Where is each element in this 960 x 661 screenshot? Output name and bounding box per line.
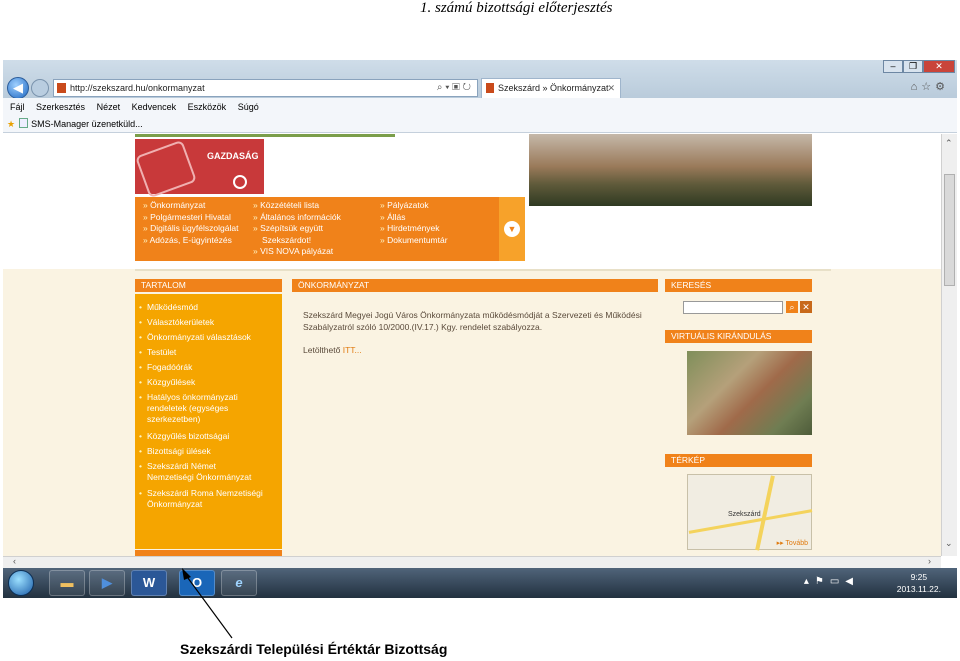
- sidebar-item[interactable]: Szekszárdi Német Nemzetiségi Önkormányza…: [139, 461, 265, 483]
- menu-file[interactable]: Fájl: [10, 102, 25, 112]
- sidebar-title: TARTALOM: [135, 279, 282, 292]
- map-thumbnail[interactable]: Szekszárd ▸▸ Tovább: [687, 474, 813, 551]
- chevron-down-icon: ▼: [504, 221, 520, 237]
- sidebar-item[interactable]: Hatályos önkormányzati rendeletek (egysé…: [139, 392, 265, 425]
- explorer-icon[interactable]: ▬: [49, 570, 85, 596]
- system-tray-icons[interactable]: ▴⚑▭◀: [804, 576, 859, 587]
- menu-link-cont[interactable]: Szekszárdot!: [253, 235, 341, 247]
- tab-favicon: [486, 83, 494, 93]
- forward-button[interactable]: [31, 79, 49, 97]
- favorites-bar: ★ SMS-Manager üzenetküld...: [3, 116, 957, 133]
- menu-link[interactable]: Polgármesteri Hivatal: [143, 212, 238, 224]
- menu-link[interactable]: Önkormányzat: [143, 200, 238, 212]
- maximize-button[interactable]: ❐: [903, 60, 923, 73]
- menu-link[interactable]: Állás: [380, 212, 448, 224]
- vertical-scrollbar[interactable]: ⌃ ⌄: [941, 134, 957, 556]
- divider: [135, 269, 831, 271]
- search-input[interactable]: [683, 301, 783, 314]
- sidebar-item[interactable]: Önkormányzati választások: [139, 332, 277, 343]
- map-city-label: Szekszárd: [728, 511, 761, 518]
- menu-tools[interactable]: Eszközök: [188, 102, 227, 112]
- scroll-thumb[interactable]: [944, 174, 955, 286]
- map-more-link[interactable]: ▸▸ Tovább: [777, 539, 808, 547]
- sidebar-item[interactable]: Működésmód: [139, 302, 277, 313]
- menu-view[interactable]: Nézet: [97, 102, 121, 112]
- banner-graphic: [134, 139, 198, 199]
- menu-link[interactable]: Általános információk: [253, 212, 341, 224]
- menu-link[interactable]: Szépítsük együtt: [253, 223, 341, 235]
- horizontal-scrollbar[interactable]: ‹ ›: [3, 556, 941, 568]
- word-icon[interactable]: W: [131, 570, 167, 596]
- sidebar-item[interactable]: Szekszárdi Roma Nemzetiségi Önkormányzat: [139, 488, 265, 510]
- city-panorama-photo: [529, 134, 812, 206]
- close-tab-icon[interactable]: ✕: [607, 79, 615, 97]
- browser-tab[interactable]: Szekszárd » Önkormányzat ✕: [481, 78, 621, 98]
- scroll-down-icon[interactable]: ⌄: [945, 538, 953, 549]
- site-favicon: [57, 83, 66, 93]
- page-icon: [19, 118, 29, 128]
- menu-link[interactable]: Pályázatok: [380, 200, 448, 212]
- top-strip: [135, 134, 395, 137]
- main-text: Szekszárd Megyei Jogú Város Önkormányzat…: [303, 310, 642, 332]
- document-title: 1. számú bizottsági előterjesztés: [420, 0, 613, 16]
- menu-link[interactable]: Digitális ügyfélszolgálat: [143, 223, 238, 235]
- download-line: Letölthető ITT...: [303, 345, 362, 357]
- sidebar-item[interactable]: Választókerületek: [139, 317, 277, 328]
- home-favorites-tools-icons[interactable]: ⌂☆⚙: [911, 80, 949, 93]
- browser-screenshot: ◀ http://szekszard.hu/onkormanyzat ⌕ ▾ ▣…: [3, 60, 957, 598]
- sidebar-item[interactable]: Fogadóórák: [139, 362, 277, 373]
- menu-favorites[interactable]: Kedvencek: [132, 102, 177, 112]
- minimize-button[interactable]: –: [883, 60, 903, 73]
- menu-help[interactable]: Súgó: [238, 102, 259, 112]
- search-title: KERESÉS: [665, 279, 812, 292]
- download-label: Letölthető: [303, 345, 341, 355]
- menu-link[interactable]: Dokumentumtár: [380, 235, 447, 247]
- menu-expand-button[interactable]: ▼: [499, 197, 525, 261]
- sidebar: Működésmód Választókerületek Önkormányza…: [135, 294, 282, 549]
- sidebar-item[interactable]: Testület: [139, 347, 277, 358]
- clear-search-icon[interactable]: ✕: [800, 301, 812, 313]
- clock[interactable]: 9:25 2013.11.22.: [897, 571, 941, 595]
- tab-title: Szekszárd » Önkormányzat: [498, 83, 609, 93]
- media-player-icon[interactable]: ▶: [89, 570, 125, 596]
- browser-titlebar: ◀ http://szekszard.hu/onkormanyzat ⌕ ▾ ▣…: [3, 60, 957, 99]
- sidebar-item[interactable]: Közgyűlések: [139, 377, 277, 388]
- aerial-photo[interactable]: [687, 351, 812, 435]
- address-url: http://szekszard.hu/onkormanyzat: [70, 83, 205, 93]
- scroll-left-icon[interactable]: ‹: [13, 556, 16, 566]
- scroll-right-icon[interactable]: ›: [928, 556, 931, 566]
- main-title: ÖNKORMÁNYZAT: [292, 279, 658, 292]
- menu-link[interactable]: Közzétételi lista: [253, 200, 341, 212]
- address-tools-icons[interactable]: ⌕ ▾ ▣ ↻: [437, 80, 471, 96]
- scroll-up-icon[interactable]: ⌃: [945, 138, 953, 149]
- annotation-caption: Szekszárdi Települési Értéktár Bizottság: [180, 641, 448, 657]
- menu-edit[interactable]: Szerkesztés: [36, 102, 85, 112]
- address-bar[interactable]: http://szekszard.hu/onkormanyzat ⌕ ▾ ▣ ↻: [53, 79, 478, 97]
- menu-bar: Fájl Szerkesztés Nézet Kedvencek Eszközö…: [3, 98, 957, 116]
- internet-explorer-icon[interactable]: e: [221, 570, 257, 596]
- web-page: GAZDASÁG Önkormányzat Polgármesteri Hiva…: [3, 134, 941, 556]
- clock-date: 2013.11.22.: [896, 584, 941, 594]
- outlook-icon[interactable]: O: [179, 570, 215, 596]
- banner-label: GAZDASÁG: [207, 151, 259, 161]
- favorites-item[interactable]: SMS-Manager üzenetküld...: [31, 119, 143, 129]
- gazdasag-banner[interactable]: GAZDASÁG: [134, 139, 264, 199]
- tour-title: VIRTUÁLIS KIRÁNDULÁS: [665, 330, 812, 343]
- close-window-button[interactable]: ✕: [923, 60, 955, 73]
- menu-link[interactable]: VIS NOVA pályázat: [253, 246, 341, 258]
- start-button[interactable]: [8, 570, 34, 596]
- download-link[interactable]: ITT...: [343, 345, 362, 355]
- favorites-star-icon[interactable]: ★: [7, 116, 15, 132]
- sidebar-item[interactable]: Bizottsági ülések: [139, 446, 277, 457]
- menu-link[interactable]: Hirdetmények: [380, 223, 448, 235]
- windows-taskbar: ▬ ▶ W O e ▴⚑▭◀ 9:25 2013.11.22.: [3, 568, 957, 598]
- sidebar-item[interactable]: Közgyűlés bizottságai: [139, 431, 277, 442]
- back-button[interactable]: ◀: [7, 77, 29, 99]
- search-icon[interactable]: ⌕: [786, 301, 798, 313]
- clock-time: 9:25: [910, 572, 928, 582]
- main-menu: Önkormányzat Polgármesteri Hivatal Digit…: [135, 197, 525, 261]
- map-title: TÉRKÉP: [665, 454, 812, 467]
- play-icon: [233, 175, 247, 189]
- menu-link[interactable]: Adózás, E-ügyintézés: [143, 235, 238, 247]
